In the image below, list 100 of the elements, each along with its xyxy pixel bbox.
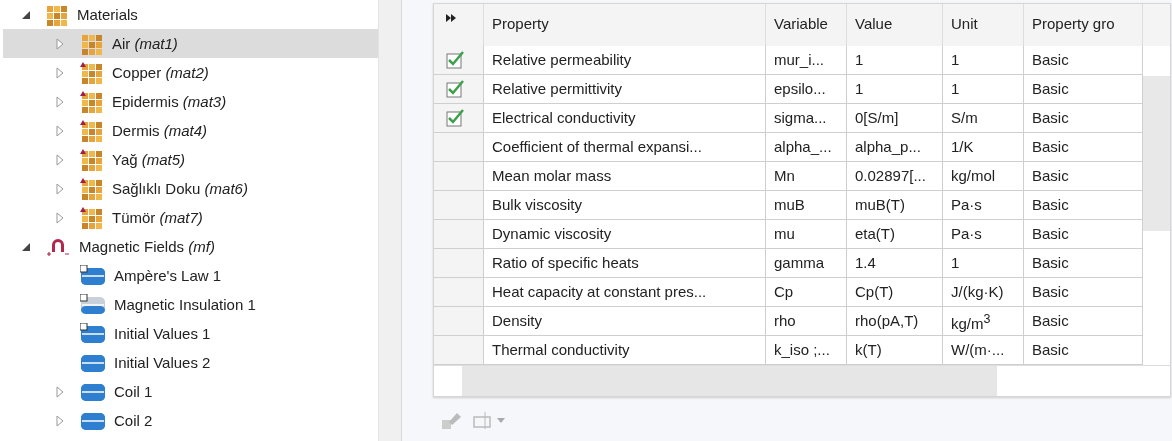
tree-item[interactable]: Dermis (mat4) <box>3 116 378 145</box>
table-cell: Basic <box>1024 133 1143 162</box>
table-cell: alpha_... <box>766 133 847 162</box>
tree-item[interactable]: Tümör (mat7) <box>3 203 378 232</box>
collapsed-icon[interactable] <box>56 95 64 108</box>
table-cell: Heat capacity at constant pres... <box>484 278 766 307</box>
tree-item[interactable]: Epidermis (mat3) <box>3 87 378 116</box>
tree-item[interactable]: Coil 1 <box>3 377 378 406</box>
table-cell: gamma <box>766 249 847 278</box>
expand-columns-icon[interactable] <box>446 14 457 22</box>
material-user-icon <box>80 206 104 229</box>
table-cell: muB(T) <box>847 191 943 220</box>
row-header[interactable] <box>434 46 484 75</box>
table-cell: rho <box>766 307 847 336</box>
table-cell: J/(kg·K) <box>943 278 1024 307</box>
table-cell: Basic <box>1024 46 1143 75</box>
material-icon <box>80 32 104 55</box>
column-header[interactable]: Value <box>847 4 943 46</box>
table-cell: 1/K <box>943 133 1024 162</box>
collapsed-icon[interactable] <box>56 182 64 195</box>
table-cell: 0.02897[... <box>847 162 943 191</box>
tree-item[interactable]: Initial Values 1 <box>3 319 378 348</box>
table-cell: Electrical conductivity <box>484 104 766 133</box>
table-cell: mur_i... <box>766 46 847 75</box>
table-cell: sigma... <box>766 104 847 133</box>
column-header[interactable]: Unit <box>943 4 1024 46</box>
tree-item[interactable]: Ampère's Law 1 <box>3 261 378 290</box>
table-cell: Basic <box>1024 162 1143 191</box>
table-cell: S/m <box>943 104 1024 133</box>
column-header[interactable]: Property <box>484 4 766 46</box>
table-cell: kg/m$^{3}$ <box>943 307 1024 336</box>
row-header[interactable] <box>434 220 484 249</box>
row-header[interactable] <box>434 336 484 365</box>
row-header[interactable] <box>434 278 484 307</box>
table-cell: 1 <box>943 46 1024 75</box>
table-cell: alpha_p... <box>847 133 943 162</box>
table-cell: mu <box>766 220 847 249</box>
column-header[interactable]: Variable <box>766 4 847 46</box>
table-cell: 1 <box>847 46 943 75</box>
table-cell: k_iso ;... <box>766 336 847 365</box>
row-header[interactable] <box>434 104 484 133</box>
table-cell: Mn <box>766 162 847 191</box>
collapsed-icon[interactable] <box>56 385 64 398</box>
collapsed-icon[interactable] <box>56 37 64 50</box>
tree-item[interactable]: Air (mat1) <box>3 29 378 58</box>
material-user-icon <box>80 90 104 113</box>
feature-icon <box>80 293 106 316</box>
vertical-scrollbar[interactable] <box>1143 46 1170 365</box>
table-cell: Relative permeability <box>484 46 766 75</box>
collapsed-icon[interactable] <box>56 153 64 166</box>
table-cell: Pa·s <box>943 220 1024 249</box>
tree-item[interactable]: Coil 2 <box>3 406 378 435</box>
collapsed-icon[interactable] <box>56 124 64 137</box>
expanded-icon[interactable] <box>21 9 31 20</box>
table-cell: Cp <box>766 278 847 307</box>
column-header[interactable]: Property gro <box>1024 4 1143 46</box>
feature-icon <box>80 264 106 287</box>
tree-item[interactable]: Copper (mat2) <box>3 58 378 87</box>
checkbox[interactable] <box>446 80 466 98</box>
material-user-icon <box>80 119 104 142</box>
table-cell: 0[S/m] <box>847 104 943 133</box>
table-cell: 1 <box>943 249 1024 278</box>
table-cell: eta(T) <box>847 220 943 249</box>
checkbox[interactable] <box>446 51 466 69</box>
table-cell: Pa·s <box>943 191 1024 220</box>
horizontal-scrollbar[interactable] <box>434 365 1170 396</box>
row-header[interactable] <box>434 75 484 104</box>
tree-item[interactable]: Yağ (mat5) <box>3 145 378 174</box>
collapsed-icon[interactable] <box>56 414 64 427</box>
table-cell: k(T) <box>847 336 943 365</box>
row-header[interactable] <box>434 162 484 191</box>
table-cell: Density <box>484 307 766 336</box>
table-cell: epsilo... <box>766 75 847 104</box>
collapsed-icon[interactable] <box>56 211 64 224</box>
pin-icon[interactable] <box>441 410 463 430</box>
row-header[interactable] <box>434 307 484 336</box>
tree-item[interactable]: Materials <box>3 0 378 29</box>
table-cell: Bulk viscosity <box>484 191 766 220</box>
table-cell: Thermal conductivity <box>484 336 766 365</box>
tree-item[interactable]: Initial Values 2 <box>3 348 378 377</box>
table-cell: Relative permittivity <box>484 75 766 104</box>
tree-item[interactable]: Magnetic Fields (mf) <box>3 232 378 261</box>
expanded-icon[interactable] <box>21 241 31 252</box>
table-cell: Basic <box>1024 75 1143 104</box>
row-header[interactable] <box>434 191 484 220</box>
checkbox[interactable] <box>446 109 466 127</box>
table-cell: 1 <box>847 75 943 104</box>
table-cell: Basic <box>1024 336 1143 365</box>
tree-item[interactable]: Magnetic Insulation 1 <box>3 290 378 319</box>
row-header[interactable] <box>434 249 484 278</box>
row-header[interactable] <box>434 133 484 162</box>
material-icon <box>45 3 69 26</box>
table-cell: Basic <box>1024 220 1143 249</box>
table-cell: muB <box>766 191 847 220</box>
table-cell: Basic <box>1024 191 1143 220</box>
collapsed-icon[interactable] <box>56 66 64 79</box>
tree-item[interactable]: Sağlıklı Doku (mat6) <box>3 174 378 203</box>
table-cell: Basic <box>1024 278 1143 307</box>
table-cell: kg/mol <box>943 162 1024 191</box>
table-cell: 1.4 <box>847 249 943 278</box>
